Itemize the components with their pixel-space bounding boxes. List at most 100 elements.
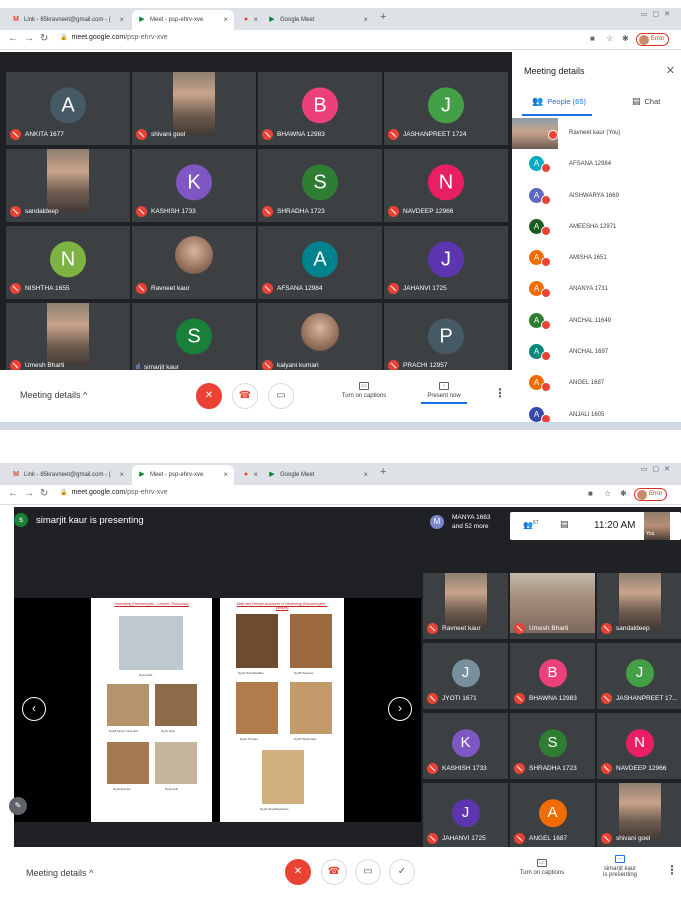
- star-icon[interactable]: ☆: [604, 489, 611, 498]
- participant-tile[interactable]: Umesh Bharti: [510, 573, 595, 639]
- participant-row[interactable]: A AISHWARYA 1669: [512, 181, 681, 212]
- participant-tile[interactable]: K KASHISH 1733: [132, 149, 256, 222]
- participant-tile[interactable]: N NISHTHA 1655: [6, 226, 130, 299]
- participant-row[interactable]: A AFSANA 12984: [512, 149, 681, 180]
- browser-tab-gmail[interactable]: M Link - 85kravneet@gmail.com - ( ×: [6, 465, 130, 485]
- chat-icon[interactable]: ▤: [560, 519, 569, 530]
- participant-tile[interactable]: J JASHANPREET 1724: [384, 72, 508, 145]
- leave-call-button[interactable]: ☎: [321, 859, 347, 885]
- camera-icon[interactable]: ■: [590, 34, 595, 43]
- participant-tile[interactable]: shivani goel: [597, 783, 681, 849]
- participant-tile[interactable]: J JAHANVI 1725: [384, 226, 508, 299]
- participant-tile[interactable]: Sıl simarjit kaur: [132, 303, 256, 376]
- browser-tab-google-meet[interactable]: ▶ Google Meet ×: [262, 10, 374, 30]
- participant-row[interactable]: A ANCHAL 11649: [512, 306, 681, 337]
- close-icon[interactable]: ×: [119, 15, 124, 24]
- participant-row[interactable]: A ANGEL 1687: [512, 368, 681, 399]
- url-path: /psp-ehrv-xve: [125, 34, 168, 41]
- extensions-icon[interactable]: ✱: [620, 489, 627, 498]
- camera-toggle-button[interactable]: ▭: [355, 859, 381, 885]
- raise-hand-button[interactable]: ✓: [389, 859, 415, 885]
- forward-icon[interactable]: →: [24, 488, 34, 499]
- presenting-button[interactable]: + simarjit kaur is presenting: [594, 855, 646, 878]
- participant-tile[interactable]: sandaldeep: [6, 149, 130, 222]
- close-icon[interactable]: ×: [363, 15, 368, 24]
- new-tab-icon[interactable]: +: [380, 11, 386, 23]
- participant-tile[interactable]: J JASHANPREET 17...: [597, 643, 681, 709]
- close-icon[interactable]: ✕: [666, 64, 675, 77]
- browser-tab-google-meet[interactable]: ▶ Google Meet ×: [262, 465, 374, 485]
- present-now-button[interactable]: + Present now: [416, 382, 472, 404]
- participant-tile[interactable]: Ravneet kaur: [423, 573, 508, 639]
- mic-toggle-button[interactable]: ✕: [196, 383, 222, 409]
- star-icon[interactable]: ☆: [606, 34, 613, 43]
- more-options-icon[interactable]: ⋮: [494, 386, 506, 400]
- camera-icon[interactable]: ■: [588, 489, 593, 498]
- close-icon[interactable]: ×: [253, 470, 258, 479]
- new-tab-icon[interactable]: +: [380, 466, 386, 478]
- forward-icon[interactable]: →: [24, 33, 34, 44]
- profile-error-button[interactable]: Error: [634, 488, 668, 501]
- meeting-details-button[interactable]: Meeting details ^: [26, 868, 93, 878]
- url-field[interactable]: 🔒 meet.google.com/psp-ehrv-xve: [60, 489, 168, 496]
- participant-tile[interactable]: A ANKITA 1677: [6, 72, 130, 145]
- captions-button[interactable]: CC Turn on captions: [512, 859, 572, 876]
- mic-toggle-button[interactable]: ✕: [285, 859, 311, 885]
- participant-tile[interactable]: B BHAWNA 12983: [510, 643, 595, 709]
- participant-tile[interactable]: Ravneet kaur: [132, 226, 256, 299]
- participant-tile[interactable]: P PRACHI 12957: [384, 303, 508, 376]
- browser-tab-recording[interactable]: ● ×: [236, 10, 260, 30]
- participant-tile[interactable]: kalyani kumari: [258, 303, 382, 376]
- participant-row[interactable]: A AMEESHA 12971: [512, 212, 681, 243]
- participant-tile[interactable]: J JYOTI 1671: [423, 643, 508, 709]
- participant-tile[interactable]: S SHRADHA 1723: [510, 713, 595, 779]
- close-icon[interactable]: ×: [363, 470, 368, 479]
- participant-tile[interactable]: A AFSANA 12984: [258, 226, 382, 299]
- close-icon[interactable]: ×: [253, 15, 258, 24]
- participant-tile[interactable]: J JAHANVI 1725: [423, 783, 508, 849]
- extensions-icon[interactable]: ✱: [622, 34, 629, 43]
- annotate-pen-button[interactable]: ✎: [9, 797, 27, 815]
- participant-row[interactable]: A AMISHA 1651: [512, 243, 681, 274]
- participant-row[interactable]: A ANANYA 1731: [512, 274, 681, 305]
- captions-button[interactable]: CC Turn on captions: [334, 382, 394, 399]
- participant-tile[interactable]: N NAVDEEP 12966: [384, 149, 508, 222]
- chevron-up-icon: ^: [83, 390, 88, 400]
- participant-name-label: ANKITA 1677: [25, 131, 64, 138]
- participant-tile[interactable]: N NAVDEEP 12966: [597, 713, 681, 779]
- meeting-details-button[interactable]: Meeting details ^: [20, 390, 87, 400]
- previous-slide-button[interactable]: ‹: [22, 697, 46, 721]
- browser-tab-gmail[interactable]: M Link - 85kravneet@gmail.com - ( ×: [6, 10, 130, 30]
- tab-chat[interactable]: ▤ Chat: [632, 96, 660, 107]
- participant-row[interactable]: A ANCHAL 1697: [512, 337, 681, 368]
- participant-tile[interactable]: shivani goel: [132, 72, 256, 145]
- browser-tab-meet[interactable]: ▶ Meet - psp-ehrv-xve ×: [132, 10, 234, 30]
- participant-tile[interactable]: Umesh Bharti: [6, 303, 130, 376]
- back-icon[interactable]: ←: [8, 488, 18, 499]
- participant-tile[interactable]: A ANGEL 1687: [510, 783, 595, 849]
- url-field[interactable]: 🔒 meet.google.com/psp-ehrv-xve: [60, 34, 168, 41]
- close-icon[interactable]: ×: [223, 15, 228, 24]
- participant-row[interactable]: Ravneet kaur (You): [512, 118, 681, 149]
- window-controls[interactable]: ▭▢✕: [641, 10, 675, 18]
- participant-tile[interactable]: sandaldeep: [597, 573, 681, 639]
- participant-tile[interactable]: B BHAWNA 12983: [258, 72, 382, 145]
- close-icon[interactable]: ×: [223, 470, 228, 479]
- more-options-icon[interactable]: ⋮: [666, 863, 678, 877]
- window-controls[interactable]: ▭▢✕: [641, 465, 675, 473]
- browser-tab-meet[interactable]: ▶ Meet - psp-ehrv-xve ×: [132, 465, 234, 485]
- close-icon[interactable]: ×: [119, 470, 124, 479]
- participant-tile[interactable]: S SHRADHA 1723: [258, 149, 382, 222]
- leave-call-button[interactable]: ☎: [232, 383, 258, 409]
- participant-tile[interactable]: K KASHISH 1733: [423, 713, 508, 779]
- browser-tab-recording[interactable]: ● ×: [236, 465, 260, 485]
- people-count-button[interactable]: 👥67: [523, 520, 539, 530]
- participant-row[interactable]: A ANJALI 1605: [512, 400, 681, 422]
- profile-error-button[interactable]: Error: [636, 33, 670, 46]
- reload-icon[interactable]: ↻: [40, 488, 48, 499]
- back-icon[interactable]: ←: [8, 33, 18, 44]
- camera-toggle-button[interactable]: ▭: [268, 383, 294, 409]
- reload-icon[interactable]: ↻: [40, 33, 48, 44]
- tab-people[interactable]: 👥 People (65): [532, 96, 586, 107]
- next-slide-button[interactable]: ›: [388, 697, 412, 721]
